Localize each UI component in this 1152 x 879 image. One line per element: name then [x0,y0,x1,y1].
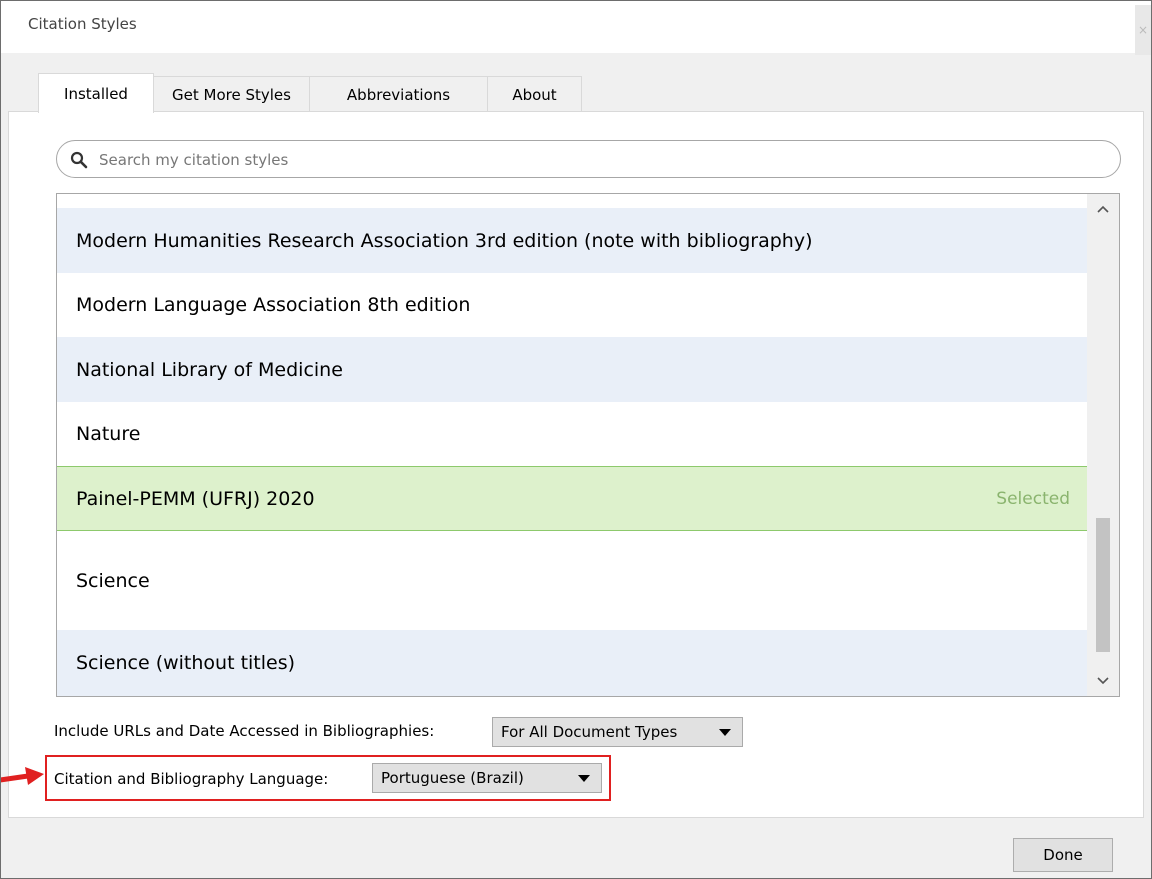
style-name: Science (without titles) [76,652,296,674]
search-icon [70,151,88,169]
style-name: Modern Humanities Research Association 3… [76,229,813,252]
list-item[interactable]: Modern Language Association 8th edition [57,273,1088,337]
style-name: Modern Language Association 8th edition [76,294,471,316]
urls-option-label: Include URLs and Date Accessed in Biblio… [54,722,435,740]
tab-abbreviations[interactable]: Abbreviations [309,76,488,112]
annotation-highlight-box [45,755,611,801]
style-list[interactable]: Modern Humanities Research Association 3… [56,193,1120,697]
style-name: Science [76,569,150,592]
urls-dropdown[interactable]: For All Document Types [492,717,743,747]
vertical-scrollbar[interactable] [1087,194,1119,696]
done-button[interactable]: Done [1013,838,1113,872]
tab-installed[interactable]: Installed [38,73,154,113]
list-item-selected[interactable]: Painel-PEMM (UFRJ) 2020 Selected [57,466,1088,531]
list-item[interactable]: Science (without titles) [57,630,1088,696]
list-item[interactable]: Nature [57,402,1088,466]
list-item [57,194,1088,208]
style-name: Painel-PEMM (UFRJ) 2020 [76,487,315,510]
style-name: National Library of Medicine [76,358,343,381]
scroll-up-button[interactable] [1087,194,1119,224]
caret-down-icon [719,729,731,736]
annotation-arrow-icon [0,767,44,785]
tab-about[interactable]: About [487,76,582,112]
tab-get-more-styles[interactable]: Get More Styles [153,76,310,112]
list-item[interactable]: Science [57,531,1088,630]
window-title: Citation Styles [28,15,137,33]
search-box[interactable] [56,140,1121,178]
scroll-down-button[interactable] [1087,666,1119,696]
close-button[interactable]: × [1135,5,1151,55]
list-item[interactable]: Modern Humanities Research Association 3… [57,208,1088,273]
chevron-down-icon [1097,677,1109,685]
urls-dropdown-value: For All Document Types [501,723,678,741]
chevron-up-icon [1097,205,1109,213]
scroll-thumb[interactable] [1096,518,1110,652]
list-item[interactable]: National Library of Medicine [57,337,1088,402]
title-bar: Citation Styles × [1,1,1151,55]
search-input[interactable] [97,147,1101,173]
style-name: Nature [76,423,141,445]
selected-label: Selected [996,488,1070,509]
